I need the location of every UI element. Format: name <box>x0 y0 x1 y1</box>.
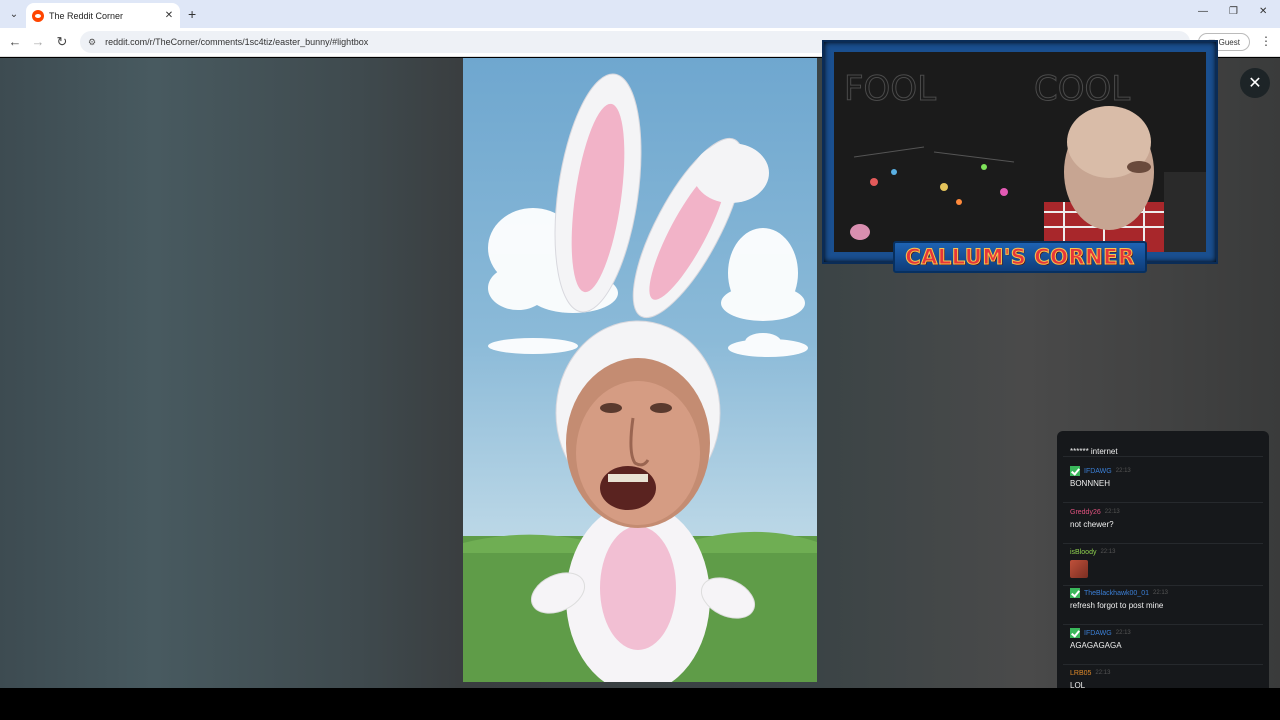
chalkboard-word-cool: COOL <box>1034 69 1130 109</box>
chat-username[interactable]: IFDAWG <box>1084 468 1112 475</box>
chat-timestamp: 22:13 <box>1115 468 1131 474</box>
chat-message-text: BONNNEH <box>1070 479 1111 488</box>
lightbox-image[interactable] <box>463 58 817 682</box>
chat-username[interactable]: isBloody <box>1070 549 1096 556</box>
arrow-left-icon[interactable]: ← <box>7 34 23 49</box>
moderator-badge-icon <box>1070 628 1080 638</box>
profile-label: Guest <box>1218 37 1240 47</box>
bunny-illustration <box>463 73 817 682</box>
chat-username[interactable]: IFDAWG <box>1084 630 1112 637</box>
chat-message: TheBlackhawk00_01 22:13 refresh forgot to … <box>1063 587 1263 625</box>
chat-username[interactable]: Greddy26 <box>1070 509 1101 516</box>
moderator-badge-icon <box>1070 588 1080 598</box>
chat-username[interactable]: TheBlackhawk00_01 <box>1084 590 1149 597</box>
stream-banner: CALLUM'S CORNER <box>893 241 1147 273</box>
chevron-down-icon[interactable]: ⌄ <box>6 6 22 22</box>
chat-message: isBloody 22:13 <box>1063 546 1263 586</box>
chat-timestamp: 22:13 <box>1153 590 1169 596</box>
chat-message: ****** internet <box>1063 433 1263 457</box>
chat-message-meta: isBloody 22:13 <box>1063 546 1263 558</box>
stream-banner-title: CALLUM'S CORNER <box>905 245 1135 270</box>
minimize-icon[interactable]: — <box>1198 6 1208 17</box>
tab-title: The Reddit Corner <box>49 10 124 21</box>
chat-message-meta: IFDAWG 22:13 <box>1063 627 1263 639</box>
chat-timestamp: 22:13 <box>1104 509 1120 515</box>
plus-icon[interactable]: + <box>188 6 196 22</box>
webcam-scene: FOOL COOL <box>834 52 1206 252</box>
reddit-icon <box>32 9 44 22</box>
tune-icon[interactable]: ⚙ <box>88 37 96 48</box>
chat-username[interactable]: LRB05 <box>1070 670 1091 677</box>
chat-message-text: refresh forgot to post mine <box>1070 601 1164 610</box>
close-icon[interactable]: ✕ <box>1259 6 1267 17</box>
chat-message-text: AGAGAGAGA <box>1070 641 1122 650</box>
chat-message-text: ****** internet <box>1070 447 1118 456</box>
moderator-badge-icon <box>1070 466 1080 476</box>
close-icon[interactable]: ✕ <box>1240 68 1270 98</box>
chat-timestamp: 22:13 <box>1115 630 1131 636</box>
chalkboard-word-fool: FOOL <box>844 69 936 109</box>
restore-icon[interactable]: ❐ <box>1229 6 1238 17</box>
chat-emote-image <box>1070 560 1088 578</box>
tab-bar: ⌄ The Reddit Corner ✕ + — ❐ ✕ <box>0 0 1280 28</box>
chat-timestamp: 22:13 <box>1100 549 1116 555</box>
chat-message: Greddy26 22:13 not chewer? <box>1063 506 1263 544</box>
chat-message-meta: IFDAWG 22:13 <box>1063 465 1263 477</box>
tab-reddit-corner[interactable]: The Reddit Corner ✕ <box>26 3 180 28</box>
close-icon[interactable]: ✕ <box>162 10 176 21</box>
chat-message: IFDAWG 22:13 BONNNEH <box>1063 465 1263 503</box>
webcam-video: FOOL COOL <box>834 52 1206 252</box>
chat-message-meta: LRB05 22:13 <box>1063 667 1263 679</box>
chat-message-text: not chewer? <box>1070 520 1114 529</box>
arrow-right-icon[interactable]: → <box>30 34 46 49</box>
chat-message-meta: TheBlackhawk00_01 22:13 <box>1063 587 1263 599</box>
chat-message-meta: Greddy26 22:13 <box>1063 506 1263 518</box>
chat-timestamp: 22:13 <box>1095 670 1111 676</box>
bottom-bar <box>0 688 1280 720</box>
chat-message: IFDAWG 22:13 AGAGAGAGA <box>1063 627 1263 665</box>
url-text[interactable]: reddit.com/r/TheCorner/comments/1sc4tiz/… <box>105 37 368 47</box>
reload-icon[interactable]: ↻ <box>54 34 70 50</box>
kebab-icon[interactable]: ⋮ <box>1260 34 1272 48</box>
